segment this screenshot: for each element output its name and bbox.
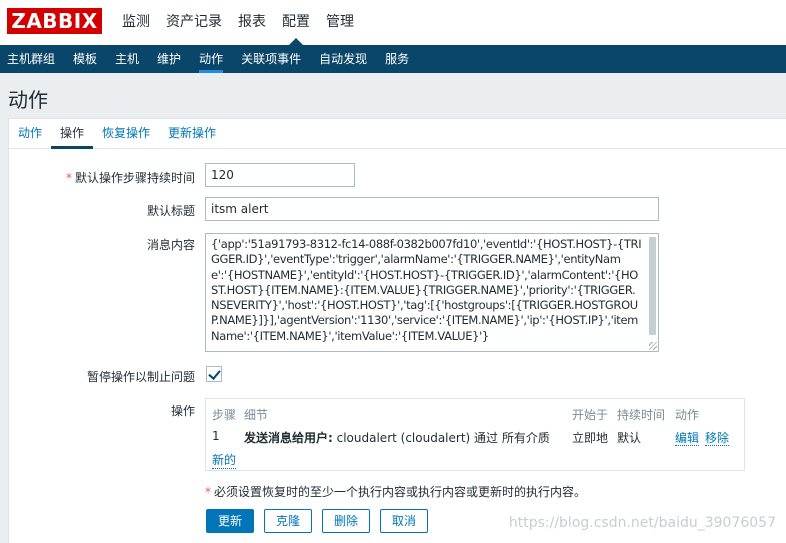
menu-administration[interactable]: 管理 — [318, 0, 362, 45]
submenu-event-correlation[interactable]: 关联项事件 — [234, 45, 312, 73]
tab-recovery-operations[interactable]: 恢复操作 — [93, 119, 159, 148]
col-start: 开始于 — [572, 408, 609, 422]
submenu-hosts[interactable]: 主机 — [108, 45, 150, 73]
action-form-card: 动作 操作 恢复操作 更新操作 *默认操作步骤持续时间 默认标题 消息内容 {'… — [8, 118, 786, 543]
row-remove-link[interactable]: 移除 — [705, 429, 730, 446]
row-start: 立即地 — [572, 431, 609, 445]
operations-label: 操作 — [170, 404, 195, 418]
subject-label: 默认标题 — [146, 204, 195, 218]
menu-reports[interactable]: 报表 — [230, 0, 274, 45]
top-bar: ZABBIX 监测 资产记录 报表 配置 管理 — [0, 0, 786, 45]
message-textarea[interactable]: {'app':'51a91793-8312-fc14-088f-0382b007… — [205, 233, 659, 352]
cancel-button[interactable]: 取消 — [380, 509, 428, 533]
menu-monitoring[interactable]: 监测 — [114, 0, 158, 45]
tab-update-operations[interactable]: 更新操作 — [159, 119, 225, 148]
submenu-actions[interactable]: 动作 — [192, 45, 234, 73]
form-tabs: 动作 操作 恢复操作 更新操作 — [9, 119, 786, 149]
subject-input[interactable] — [205, 197, 659, 221]
tab-operations[interactable]: 操作 — [51, 119, 94, 149]
col-detail: 细节 — [244, 408, 269, 422]
pause-label: 暂停操作以制止问题 — [86, 370, 195, 384]
submenu-templates[interactable]: 模板 — [66, 45, 108, 73]
message-label: 消息内容 — [146, 238, 195, 252]
col-action: 动作 — [675, 408, 700, 422]
row-step: 1 — [212, 429, 220, 443]
required-note: * 必须设置恢复时的至少一个执行内容或执行内容或更新时的执行内容。 — [205, 485, 587, 499]
submenu-discovery[interactable]: 自动发现 — [312, 45, 378, 73]
operations-table: 步骤 细节 开始于 持续时间 动作 1 发送消息给用户: cloudalert … — [205, 398, 745, 471]
new-operation-link[interactable]: 新的 — [212, 451, 237, 469]
clone-button[interactable]: 克隆 — [264, 509, 312, 533]
row-duration: 默认 — [617, 431, 642, 445]
main-menu: 监测 资产记录 报表 配置 管理 — [114, 0, 362, 45]
submenu-host-groups[interactable]: 主机群组 — [0, 45, 66, 73]
tab-action[interactable]: 动作 — [9, 119, 51, 148]
required-asterisk: * — [205, 485, 211, 499]
required-asterisk: * — [65, 171, 72, 185]
message-text: {'app':'51a91793-8312-fc14-088f-0382b007… — [211, 237, 642, 343]
step-duration-label: * 默认操作步骤持续时间 — [65, 171, 195, 185]
delete-button[interactable]: 删除 — [322, 509, 370, 533]
page-title: 动作 — [8, 88, 48, 112]
submenu-services[interactable]: 服务 — [378, 45, 420, 73]
zabbix-logo[interactable]: ZABBIX — [7, 8, 102, 34]
watermark: https://blog.csdn.net/baidu_39076057 — [508, 515, 776, 531]
menu-configuration[interactable]: 配置 — [274, 0, 318, 45]
col-step: 步骤 — [212, 408, 237, 422]
textarea-scrollbar[interactable] — [649, 237, 656, 335]
submenu-maintenance[interactable]: 维护 — [150, 45, 192, 73]
update-button[interactable]: 更新 — [206, 509, 254, 533]
sub-menu: 主机群组 模板 主机 维护 动作 关联项事件 自动发现 服务 — [0, 45, 786, 73]
resize-handle-icon[interactable] — [648, 341, 657, 350]
col-duration: 持续时间 — [617, 408, 666, 422]
row-detail: 发送消息给用户: cloudalert (cloudalert) 通过 所有介质 — [244, 431, 550, 445]
step-duration-input[interactable] — [205, 163, 355, 187]
menu-inventory[interactable]: 资产记录 — [158, 0, 230, 45]
pause-checkbox[interactable] — [206, 366, 222, 382]
row-edit-link[interactable]: 编辑 — [675, 429, 700, 446]
